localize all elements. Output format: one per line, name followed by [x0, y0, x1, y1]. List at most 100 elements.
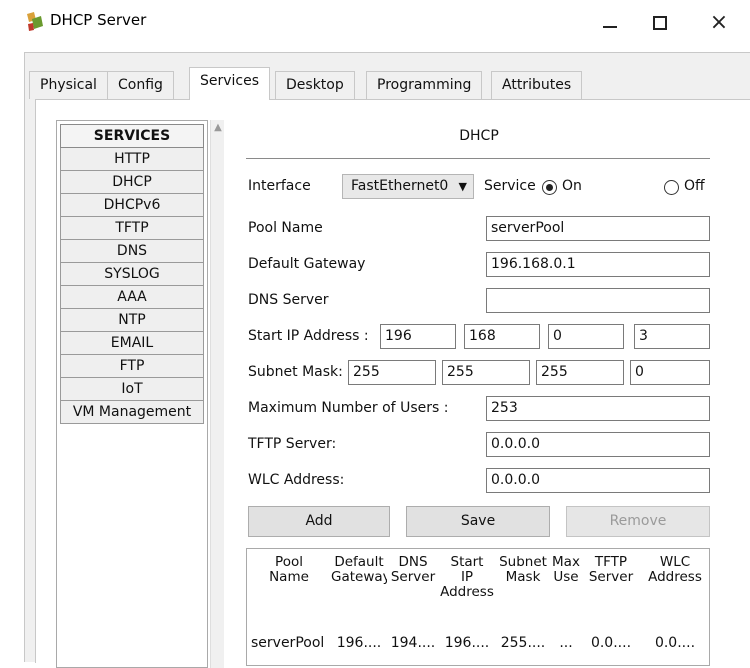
tab-physical[interactable]: Physical	[29, 71, 108, 99]
column-header-tftp-server: TFTP Server	[581, 555, 641, 585]
service-item-vm-management[interactable]: VM Management	[60, 401, 204, 424]
service-label: Service	[484, 178, 536, 194]
service-item-dns[interactable]: DNS	[60, 240, 204, 263]
service-on-radio[interactable]	[542, 180, 557, 195]
tab-programming[interactable]: Programming	[366, 71, 483, 99]
add-button[interactable]: Add	[248, 506, 390, 537]
tftp-server-field[interactable]: 0.0.0.0	[486, 432, 710, 457]
services-tab-content: SERVICES HTTP DHCP DHCPv6 TFTP DNS SYSLO…	[35, 99, 750, 668]
table-cell: 255....	[500, 635, 546, 651]
services-scrollbar[interactable]: ▲	[210, 120, 224, 668]
save-button[interactable]: Save	[406, 506, 550, 537]
service-item-email[interactable]: EMAIL	[60, 332, 204, 355]
scroll-up-icon[interactable]: ▲	[211, 122, 225, 134]
table-cell: 196....	[336, 635, 382, 651]
table-cell: 0.0....	[654, 635, 696, 651]
minimize-icon	[603, 26, 617, 28]
start-ip-octet-1[interactable]: 196	[380, 324, 456, 349]
subnet-mask-label: Subnet Mask:	[248, 364, 343, 380]
app-icon	[27, 12, 43, 31]
column-header-default-gateway: Default Gateway	[331, 555, 387, 585]
subnet-mask-octet-4[interactable]: 0	[630, 360, 710, 385]
remove-button[interactable]: Remove	[566, 506, 710, 537]
column-header-start-ip: Start IP Address	[439, 555, 495, 600]
interface-select[interactable]: FastEthernet0 ▼	[342, 174, 474, 199]
service-item-iot[interactable]: IoT	[60, 378, 204, 401]
column-header-text: Default Gateway	[331, 555, 387, 585]
dns-server-field[interactable]	[486, 288, 710, 313]
tftp-server-label: TFTP Server:	[248, 436, 337, 452]
subnet-mask-octet-1[interactable]: 255	[348, 360, 436, 385]
service-off-radio[interactable]	[664, 180, 679, 195]
default-gateway-label: Default Gateway	[248, 256, 366, 272]
wlc-address-label: WLC Address:	[248, 472, 345, 488]
table-column[interactable]: Start IP Address 196....	[439, 549, 495, 665]
dhcp-title-divider	[246, 158, 710, 159]
minimize-button[interactable]	[595, 8, 625, 38]
column-header-text: Max Use	[552, 555, 580, 585]
window-frame: Physical Config Services Desktop Program…	[24, 52, 750, 668]
column-header-text: Pool Name	[269, 555, 309, 585]
column-header-text: Subnet Mask	[499, 555, 547, 585]
column-header-text: DNS Server	[390, 555, 436, 585]
table-column[interactable]: Default Gateway 196....	[331, 549, 387, 665]
table-cell: 194....	[390, 635, 436, 651]
subnet-mask-octet-3[interactable]: 255	[536, 360, 624, 385]
table-cell: 0.0....	[590, 635, 632, 651]
services-list: SERVICES HTTP DHCP DHCPv6 TFTP DNS SYSLO…	[56, 120, 208, 668]
dns-server-label: DNS Server	[248, 292, 329, 308]
dropdown-arrow-icon: ▼	[458, 180, 467, 193]
start-ip-octet-2[interactable]: 168	[464, 324, 540, 349]
table-cell: serverPool	[251, 635, 325, 651]
column-header-wlc-address: WLC Address	[641, 555, 709, 585]
maximize-button[interactable]	[645, 8, 675, 38]
tab-config[interactable]: Config	[107, 71, 174, 99]
interface-label: Interface	[248, 178, 311, 194]
pool-name-field[interactable]: serverPool	[486, 216, 710, 241]
start-ip-label: Start IP Address :	[248, 328, 369, 344]
table-column[interactable]: TFTP Server 0.0....	[581, 549, 641, 665]
tab-desktop[interactable]: Desktop	[275, 71, 355, 99]
column-header-dns-server: DNS Server	[387, 555, 439, 585]
table-column[interactable]: Max Use ...	[551, 549, 581, 665]
start-ip-octet-4[interactable]: 3	[634, 324, 710, 349]
service-item-dhcpv6[interactable]: DHCPv6	[60, 194, 204, 217]
pool-name-label: Pool Name	[248, 220, 323, 236]
table-cell: ...	[559, 635, 573, 651]
pool-table: Pool Name serverPool Default Gateway 196…	[246, 548, 710, 666]
max-users-field[interactable]: 253	[486, 396, 710, 421]
column-header-subnet-mask: Subnet Mask	[495, 555, 551, 585]
interface-select-value: FastEthernet0	[351, 178, 449, 194]
service-item-aaa[interactable]: AAA	[60, 286, 204, 309]
dhcp-title: DHCP	[459, 128, 499, 144]
table-column[interactable]: WLC Address 0.0....	[641, 549, 709, 665]
maximize-icon	[653, 16, 667, 30]
column-header-pool-name: Pool Name	[247, 555, 331, 585]
service-item-dhcp[interactable]: DHCP	[60, 171, 204, 194]
subnet-mask-octet-2[interactable]: 255	[442, 360, 530, 385]
service-on-label: On	[562, 178, 582, 194]
wlc-address-field[interactable]: 0.0.0.0	[486, 468, 710, 493]
max-users-label: Maximum Number of Users :	[248, 400, 449, 416]
service-item-ntp[interactable]: NTP	[60, 309, 204, 332]
tab-services[interactable]: Services	[189, 67, 271, 100]
table-column[interactable]: Pool Name serverPool	[247, 549, 331, 665]
service-item-http[interactable]: HTTP	[60, 148, 204, 171]
table-column[interactable]: Subnet Mask 255....	[495, 549, 551, 665]
table-column[interactable]: DNS Server 194....	[387, 549, 439, 665]
service-item-ftp[interactable]: FTP	[60, 355, 204, 378]
service-off-label: Off	[684, 178, 705, 194]
service-item-syslog[interactable]: SYSLOG	[60, 263, 204, 286]
window-title: DHCP Server	[50, 11, 147, 29]
start-ip-octet-3[interactable]: 0	[548, 324, 624, 349]
column-header-text: TFTP Server	[588, 555, 634, 585]
close-button[interactable]: ×	[704, 8, 734, 38]
tab-attributes[interactable]: Attributes	[491, 71, 583, 99]
column-header-max-users: Max Use	[551, 555, 581, 585]
services-list-header: SERVICES	[60, 124, 204, 148]
column-header-text: Start IP Address	[440, 555, 494, 600]
title-bar: DHCP Server ×	[0, 0, 750, 48]
column-header-text: WLC Address	[648, 555, 702, 585]
service-item-tftp[interactable]: TFTP	[60, 217, 204, 240]
default-gateway-field[interactable]: 196.168.0.1	[486, 252, 710, 277]
